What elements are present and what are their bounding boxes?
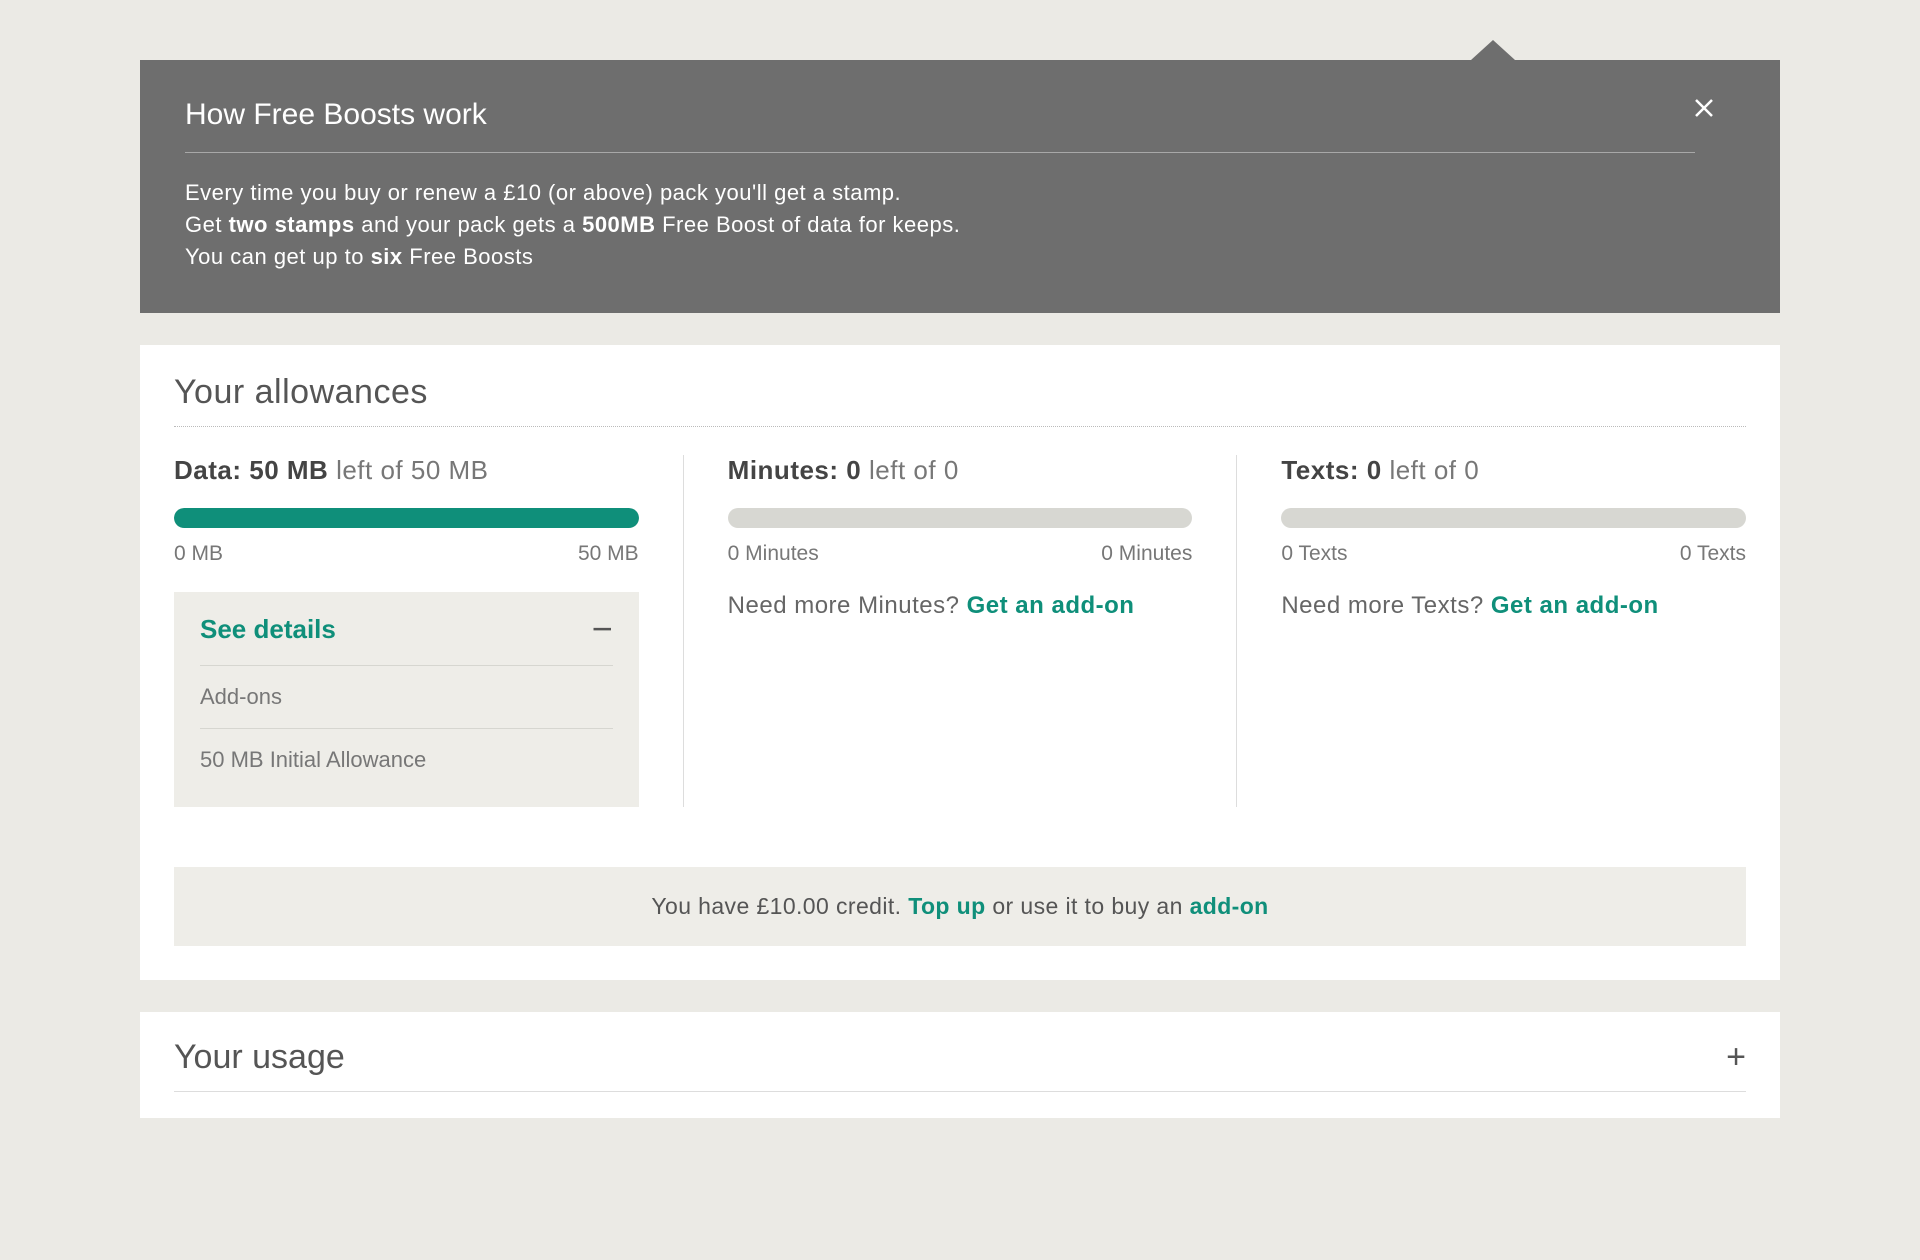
- minutes-need-more: Need more Minutes? Get an add-on: [728, 592, 1193, 620]
- allowance-minutes: Minutes: 0 left of 0 0 Minutes 0 Minutes…: [683, 455, 1237, 807]
- minutes-addon-link[interactable]: Get an add-on: [967, 592, 1135, 619]
- data-progress-labels: 0 MB 50 MB: [174, 542, 639, 566]
- data-details-box: See details − Add-ons 50 MB Initial Allo…: [174, 592, 639, 807]
- allowance-texts: Texts: 0 left of 0 0 Texts 0 Texts Need …: [1236, 455, 1746, 807]
- allowances-title: Your allowances: [174, 373, 1746, 427]
- data-title: Data: 50 MB left of 50 MB: [174, 455, 639, 486]
- info-line-2: Get two stamps and your pack gets a 500M…: [185, 209, 1735, 241]
- texts-title: Texts: 0 left of 0: [1281, 455, 1746, 486]
- minutes-progress-labels: 0 Minutes 0 Minutes: [728, 542, 1193, 566]
- addon-link[interactable]: add-on: [1190, 893, 1269, 919]
- close-button[interactable]: [1688, 92, 1720, 124]
- usage-title: Your usage: [174, 1038, 345, 1077]
- texts-min-label: 0 Texts: [1281, 542, 1347, 566]
- texts-progress-bar: [1281, 508, 1746, 528]
- info-line-3: You can get up to six Free Boosts: [185, 241, 1735, 273]
- texts-progress-labels: 0 Texts 0 Texts: [1281, 542, 1746, 566]
- minutes-min-label: 0 Minutes: [728, 542, 819, 566]
- usage-card: Your usage +: [140, 1012, 1780, 1118]
- allowance-data: Data: 50 MB left of 50 MB 0 MB 50 MB See…: [174, 455, 683, 807]
- details-initial-allowance: 50 MB Initial Allowance: [200, 728, 613, 773]
- data-progress-fill: [174, 508, 639, 528]
- usage-toggle[interactable]: Your usage +: [174, 1038, 1746, 1092]
- info-body: Every time you buy or renew a £10 (or ab…: [185, 177, 1735, 273]
- texts-addon-link[interactable]: Get an add-on: [1491, 592, 1659, 619]
- credit-banner: You have £10.00 credit. Top up or use it…: [174, 867, 1746, 946]
- minutes-progress-bar: [728, 508, 1193, 528]
- plus-icon: +: [1726, 1038, 1746, 1077]
- free-boosts-info-banner: How Free Boosts work Every time you buy …: [140, 60, 1780, 313]
- details-addons: Add-ons: [200, 665, 613, 728]
- minutes-max-label: 0 Minutes: [1101, 542, 1192, 566]
- allowances-card: Your allowances Data: 50 MB left of 50 M…: [140, 345, 1780, 980]
- texts-max-label: 0 Texts: [1680, 542, 1746, 566]
- top-up-link[interactable]: Top up: [908, 893, 985, 919]
- allowances-row: Data: 50 MB left of 50 MB 0 MB 50 MB See…: [174, 455, 1746, 807]
- texts-need-more: Need more Texts? Get an add-on: [1281, 592, 1746, 620]
- close-icon: [1692, 96, 1716, 120]
- minus-icon: −: [592, 620, 613, 638]
- see-details-toggle[interactable]: See details −: [200, 614, 613, 665]
- data-min-label: 0 MB: [174, 542, 223, 566]
- info-title: How Free Boosts work: [185, 98, 1695, 153]
- info-line-1: Every time you buy or renew a £10 (or ab…: [185, 177, 1735, 209]
- data-max-label: 50 MB: [578, 542, 639, 566]
- minutes-title: Minutes: 0 left of 0: [728, 455, 1193, 486]
- data-progress-bar: [174, 508, 639, 528]
